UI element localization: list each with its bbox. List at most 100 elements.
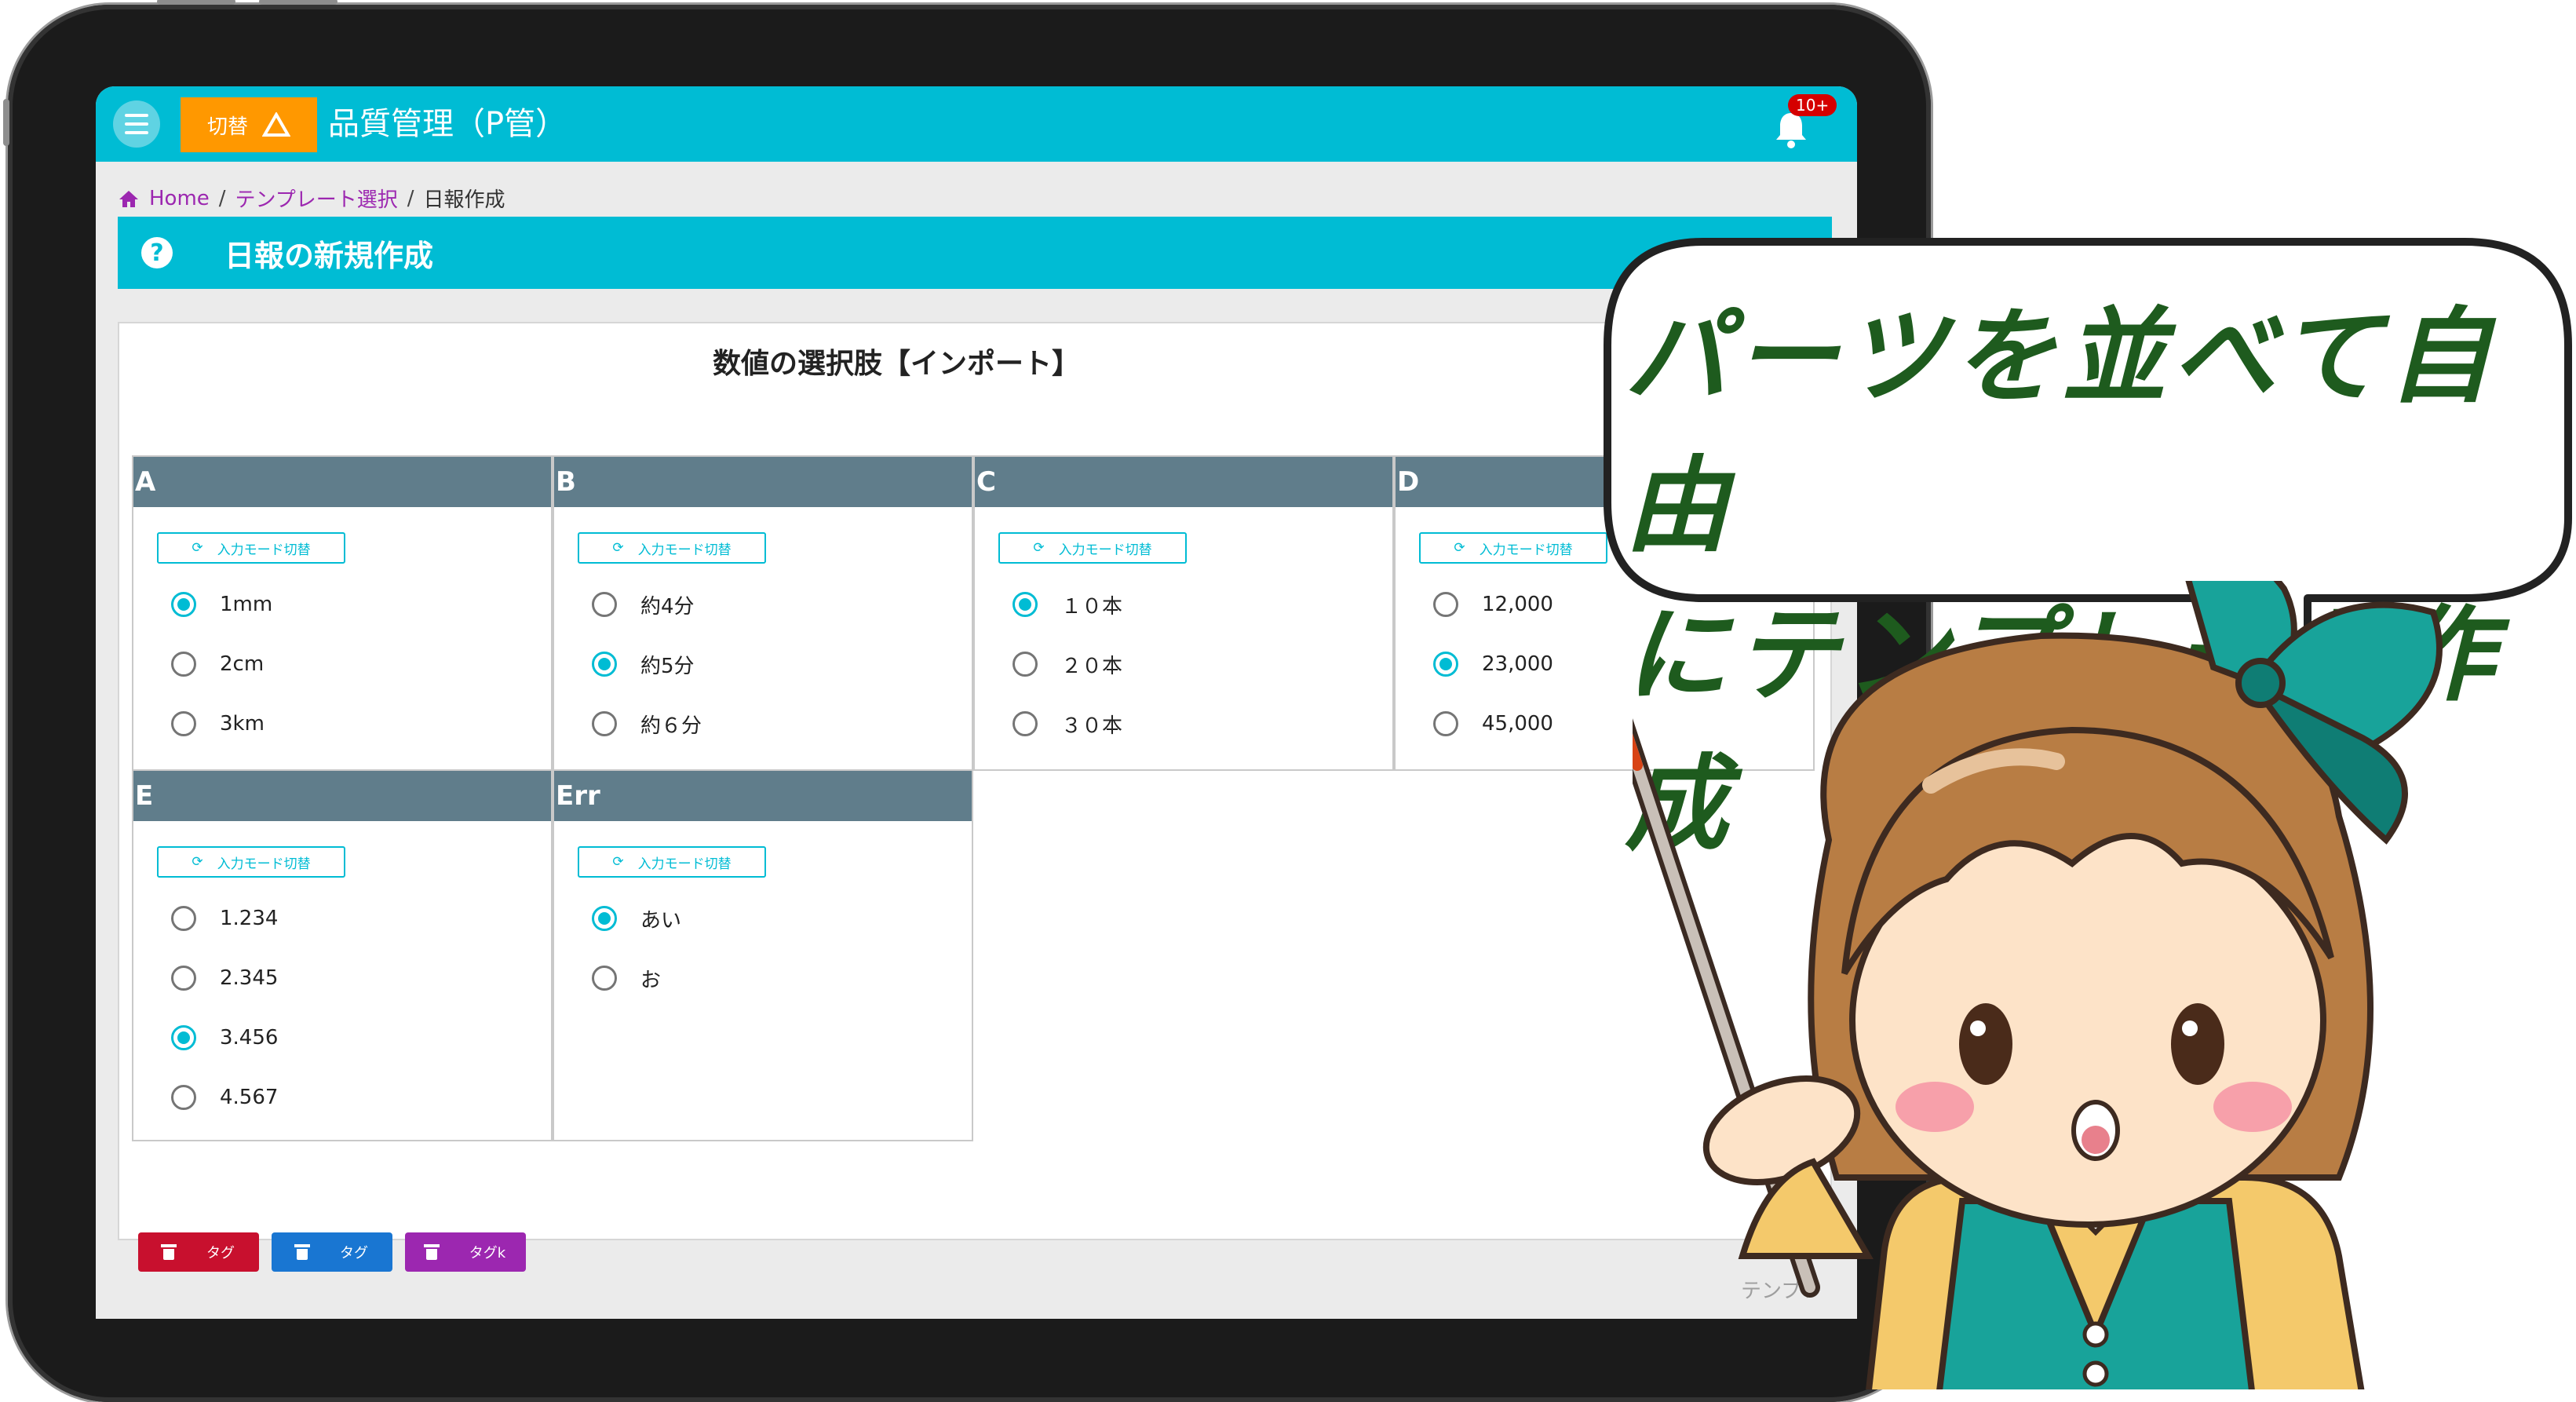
tablet-top-button-2 <box>259 0 338 5</box>
radio-button[interactable] <box>592 592 617 617</box>
home-icon[interactable] <box>118 189 140 208</box>
breadcrumb-current: 日報作成 <box>423 188 505 212</box>
tag-label: タグk <box>469 1245 506 1261</box>
breadcrumb-template-select-link[interactable]: テンプレート選択 <box>235 184 398 213</box>
tag-label: タグ <box>206 1245 235 1261</box>
mode-button-label: 入力モード切替 <box>637 856 732 872</box>
radio-option[interactable]: 2.345 <box>133 948 551 1008</box>
mode-button-label: 入力モード切替 <box>217 542 311 558</box>
section-c: C ⟳ 入力モード切替 １０本 ２０本 ３０本 <box>973 455 1394 771</box>
option-label: 12,000 <box>1482 593 1553 616</box>
option-label: 3km <box>220 712 265 736</box>
input-mode-toggle-button[interactable]: ⟳ 入力モード切替 <box>578 846 766 878</box>
breadcrumb-separator: / <box>407 186 414 210</box>
form-title: 数値の選択肢【インポート】 <box>712 348 1080 380</box>
mode-button-label: 入力モード切替 <box>1058 542 1152 558</box>
form-card: 数値の選択肢【インポート】 A ⟳ 入力モード切替 1mm 2cm 3km B ⟳… <box>118 322 1832 1303</box>
app-screen: 切替 品質管理（P管） 10+ Home / テンプレート選択 / 日報作成 ?… <box>96 86 1857 1319</box>
notification-badge: 10+ <box>1788 94 1837 116</box>
option-label: 3.456 <box>220 1026 279 1050</box>
breadcrumb: Home / テンプレート選択 / 日報作成 <box>118 184 505 213</box>
radio-button[interactable] <box>592 966 617 991</box>
radio-option[interactable]: 約5分 <box>554 634 972 694</box>
option-label: １０本 <box>1061 594 1123 619</box>
radio-button[interactable] <box>171 592 196 617</box>
tag-chip-purple[interactable]: タグk <box>405 1232 526 1272</box>
input-mode-toggle-button[interactable]: ⟳ 入力モード切替 <box>157 532 345 564</box>
hamburger-menu-icon[interactable] <box>113 100 160 148</box>
tag-label: タグ <box>340 1245 368 1261</box>
input-mode-toggle-button[interactable]: ⟳ 入力モード切替 <box>157 846 345 878</box>
option-label: 45,000 <box>1482 712 1553 736</box>
radio-button[interactable] <box>1433 592 1458 617</box>
radio-button[interactable] <box>592 906 617 931</box>
radio-button[interactable] <box>171 1085 196 1110</box>
option-label: お <box>640 968 662 992</box>
page-header: ? 日報の新規作成 <box>118 217 1832 289</box>
breadcrumb-separator: / <box>218 186 226 210</box>
radio-option[interactable]: １０本 <box>975 575 1392 634</box>
mode-button-label: 入力モード切替 <box>637 542 732 558</box>
radio-option[interactable]: ２０本 <box>975 634 1392 694</box>
radio-button[interactable] <box>171 711 196 736</box>
radio-option[interactable]: ３０本 <box>975 694 1392 754</box>
radio-button[interactable] <box>1433 652 1458 677</box>
section-e: E ⟳ 入力モード切替 1.234 2.345 3.456 4.567 <box>132 769 553 1141</box>
radio-option[interactable]: 約4分 <box>554 575 972 634</box>
tag-chip-red[interactable]: タグ <box>138 1232 259 1272</box>
radio-option[interactable]: 4.567 <box>133 1068 551 1127</box>
radio-button[interactable] <box>1433 711 1458 736</box>
option-label: あい <box>640 908 682 933</box>
radio-button[interactable] <box>171 652 196 677</box>
option-label: 約5分 <box>640 654 695 678</box>
mascot-girl-illustration <box>1633 581 2443 1389</box>
section-err: Err ⟳ 入力モード切替 あい お <box>553 769 973 1141</box>
radio-option[interactable]: あい <box>554 889 972 948</box>
option-label: 1.234 <box>220 907 279 930</box>
refresh-icon: ⟳ <box>1033 540 1045 556</box>
app-title: 品質管理（P管） <box>328 106 567 142</box>
option-label: 約4分 <box>640 594 695 619</box>
trash-icon[interactable] <box>423 1244 440 1260</box>
radio-button[interactable] <box>1013 652 1038 677</box>
option-label: 4.567 <box>220 1086 279 1109</box>
section-label: C <box>975 457 1392 507</box>
radio-option[interactable]: お <box>554 948 972 1008</box>
radio-button[interactable] <box>1013 711 1038 736</box>
radio-button[interactable] <box>592 711 617 736</box>
mode-button-label: 入力モード切替 <box>1479 542 1573 558</box>
input-mode-toggle-button[interactable]: ⟳ 入力モード切替 <box>1419 532 1607 564</box>
switch-label: 切替 <box>206 115 248 139</box>
radio-option[interactable]: 3km <box>133 694 551 754</box>
breadcrumb-home-link[interactable]: Home <box>149 187 210 210</box>
radio-option[interactable]: 3.456 <box>133 1008 551 1068</box>
refresh-icon: ⟳ <box>1454 540 1465 556</box>
radio-button[interactable] <box>171 966 196 991</box>
tablet-side-button <box>3 99 9 146</box>
app-bar: 切替 品質管理（P管） 10+ <box>96 86 1857 162</box>
radio-option[interactable]: 2cm <box>133 634 551 694</box>
radio-button[interactable] <box>592 652 617 677</box>
switch-button[interactable]: 切替 <box>181 97 317 152</box>
tag-chip-blue[interactable]: タグ <box>272 1232 392 1272</box>
section-a: A ⟳ 入力モード切替 1mm 2cm 3km <box>132 455 553 771</box>
section-label: E <box>133 771 551 821</box>
radio-button[interactable] <box>171 906 196 931</box>
radio-option[interactable]: 約６分 <box>554 694 972 754</box>
section-label: A <box>133 457 551 507</box>
input-mode-toggle-button[interactable]: ⟳ 入力モード切替 <box>578 532 766 564</box>
radio-button[interactable] <box>1013 592 1038 617</box>
triangle-icon <box>262 112 290 137</box>
radio-button[interactable] <box>171 1025 196 1050</box>
option-label: 2cm <box>220 652 265 676</box>
refresh-icon: ⟳ <box>192 854 203 870</box>
radio-option[interactable]: 1.234 <box>133 889 551 948</box>
page-title: 日報の新規作成 <box>224 238 434 273</box>
radio-option[interactable]: 1mm <box>133 575 551 634</box>
option-label: ３０本 <box>1061 714 1123 738</box>
option-label: 1mm <box>220 593 273 616</box>
trash-icon[interactable] <box>294 1244 310 1260</box>
trash-icon[interactable] <box>161 1244 177 1260</box>
input-mode-toggle-button[interactable]: ⟳ 入力モード切替 <box>998 532 1187 564</box>
help-icon[interactable]: ? <box>141 237 173 268</box>
